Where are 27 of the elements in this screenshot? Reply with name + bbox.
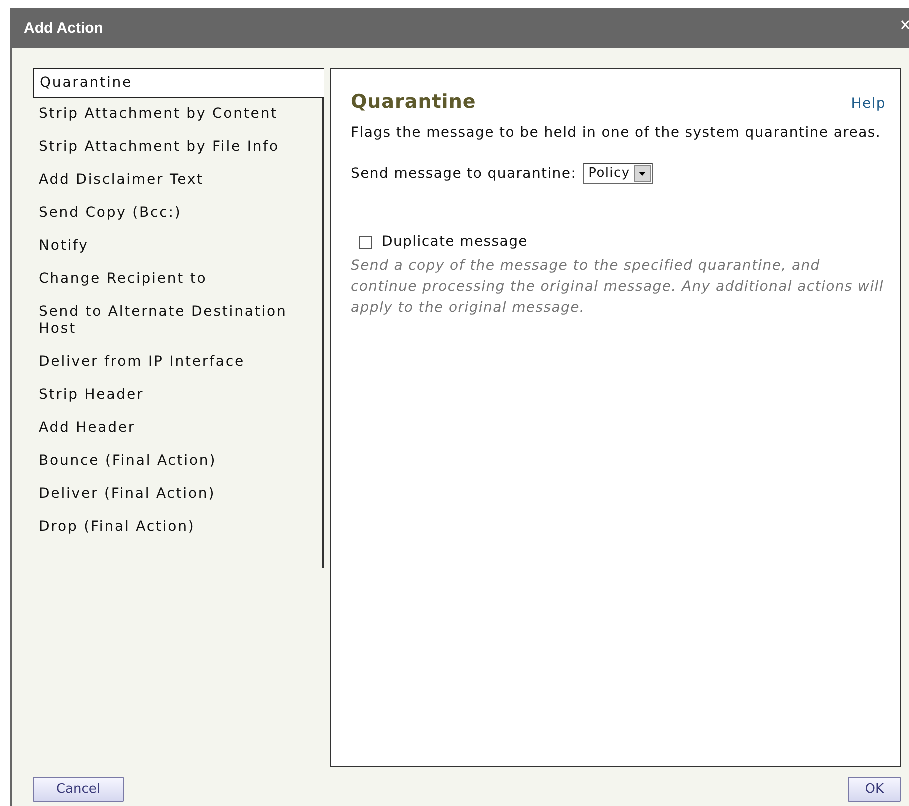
close-icon[interactable] xyxy=(901,20,909,30)
action-item[interactable]: Add Header xyxy=(33,412,324,445)
action-item[interactable]: Send Copy (Bcc:) xyxy=(33,197,324,230)
help-link[interactable]: Help xyxy=(851,96,886,112)
duplicate-label: Duplicate message xyxy=(382,234,528,250)
action-item[interactable]: Strip Attachment by File Info xyxy=(33,131,324,164)
action-item[interactable]: Deliver (Final Action) xyxy=(33,478,324,511)
action-item[interactable]: Deliver from IP Interface xyxy=(33,346,324,379)
action-item[interactable]: Send to Alternate Destination Host xyxy=(33,296,324,346)
action-item[interactable]: Strip Header xyxy=(33,379,324,412)
action-item[interactable]: Add Disclaimer Text xyxy=(33,164,324,197)
action-item[interactable]: Notify xyxy=(33,230,324,263)
window-title: Add Action xyxy=(24,20,104,36)
ok-button[interactable]: OK xyxy=(848,777,901,802)
cancel-button[interactable]: Cancel xyxy=(33,777,124,802)
description-text: Flags the message to be held in one of the system quarantine areas. xyxy=(351,124,882,143)
action-item[interactable]: Drop (Final Action) xyxy=(33,511,324,544)
action-item[interactable]: Change Recipient to xyxy=(33,263,324,296)
action-item[interactable]: Quarantine xyxy=(33,68,324,98)
duplicate-checkbox[interactable] xyxy=(359,236,372,248)
caret-icon xyxy=(639,172,646,176)
panel-title: Quarantine xyxy=(351,91,476,113)
action-item[interactable]: Bounce (Final Action) xyxy=(33,445,324,478)
quarantine-label: Send message to quarantine: xyxy=(351,166,577,182)
action-item[interactable]: Strip Attachment by Content xyxy=(33,98,324,131)
quarantine-dropdown[interactable]: Policy xyxy=(582,163,654,184)
duplicate-hint: Send a copy of the message to the specified quarantine, and continue processing the original message. Any additional actions will apply to the original message. xyxy=(351,257,885,318)
